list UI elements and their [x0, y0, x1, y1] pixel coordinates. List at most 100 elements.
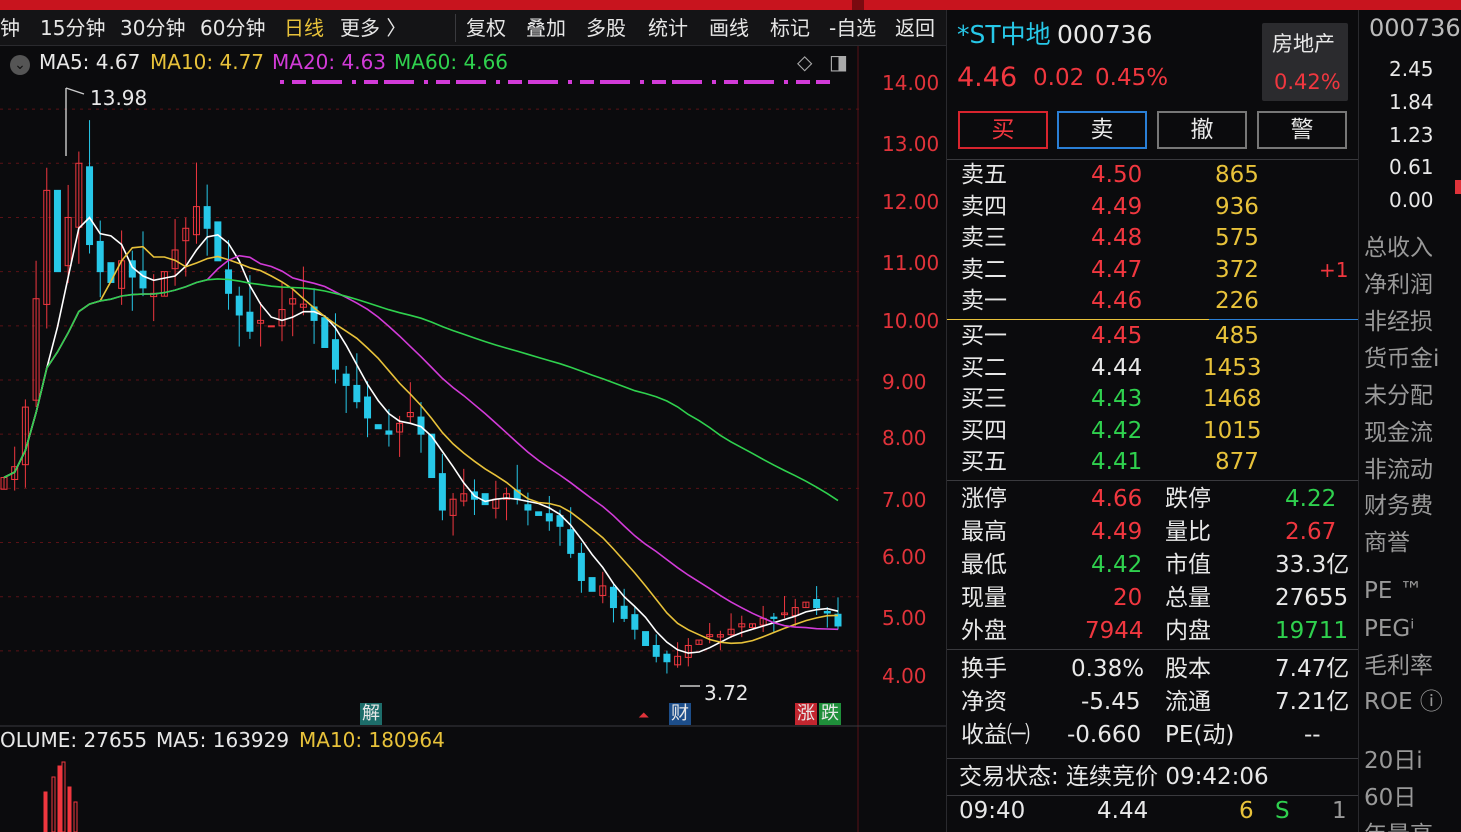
back-button[interactable]: 返回 — [895, 15, 935, 41]
volume-bar — [61, 761, 66, 832]
candle-body — [235, 295, 243, 316]
candle-body — [631, 614, 639, 630]
period-60min-tab[interactable]: 60分钟 — [200, 15, 265, 41]
low-annotation: 3.72 — [704, 681, 749, 705]
candle-body — [364, 396, 372, 419]
adjust-button[interactable]: 复权 — [466, 15, 506, 41]
period-min-tab[interactable]: 钟 — [0, 15, 20, 41]
candle-body — [545, 513, 553, 522]
stat-label: 外盘 — [961, 618, 1007, 644]
sector-badge[interactable]: 房地产 0.42% — [1262, 23, 1348, 101]
order-price: 4.43 — [1091, 386, 1143, 412]
high-annotation: 13.98 — [90, 86, 148, 110]
side-axis-tick: 0.61 — [1389, 155, 1434, 179]
sector-pct: 0.42% — [1274, 70, 1341, 94]
multi-stock-button[interactable]: 多股 — [586, 15, 626, 41]
side-item[interactable]: 货币金i — [1364, 344, 1439, 374]
stat-label: 收益㈠ — [961, 722, 1030, 748]
side-bar-mark — [1455, 180, 1461, 194]
side-item[interactable]: 毛利率 — [1364, 651, 1433, 681]
stat-value: -5.45 — [1081, 689, 1141, 715]
side-panel-code: 000736 — [1369, 14, 1461, 42]
side-item[interactable]: 年最高 — [1364, 820, 1433, 832]
side-item[interactable]: PEGⁱ — [1364, 614, 1414, 644]
mark-button[interactable]: 标记 — [770, 15, 810, 41]
tick-count: 1 — [1332, 798, 1347, 824]
overlay-button[interactable]: 叠加 — [526, 15, 566, 41]
ma20-legend: MA20: 4.63 — [272, 50, 387, 74]
remove-watchlist-button[interactable]: -自选 — [829, 15, 876, 41]
order-volume: 1468 — [1203, 386, 1262, 412]
order-volume: 226 — [1215, 288, 1259, 314]
side-item[interactable]: 商誉 — [1364, 528, 1410, 558]
sell-button[interactable]: 卖 — [1057, 111, 1147, 149]
unlock-marker[interactable]: 解 — [360, 703, 382, 725]
price-tick: 11.00 — [882, 251, 940, 275]
order-label: 买一 — [961, 323, 1007, 349]
side-item[interactable]: 非流动 — [1364, 455, 1433, 485]
order-price: 4.49 — [1091, 194, 1143, 220]
alert-button[interactable]: 警 — [1257, 111, 1347, 149]
candle-body — [663, 653, 671, 663]
order-price: 4.46 — [1091, 288, 1143, 314]
panel-toggle-icon[interactable]: ◨ — [829, 50, 848, 74]
statistics-button[interactable]: 统计 — [648, 15, 688, 41]
period-30min-tab[interactable]: 30分钟 — [120, 15, 185, 41]
bid-ask-divider-left — [947, 319, 1209, 320]
candle-body — [524, 504, 532, 511]
side-item[interactable]: 未分配 — [1364, 381, 1433, 411]
tick-price: 4.44 — [1097, 798, 1149, 824]
stat-label: 股本 — [1165, 656, 1211, 682]
diamond-icon[interactable]: ◇ — [797, 50, 812, 74]
side-item[interactable]: 净利润 — [1364, 270, 1433, 300]
limit-up-marker[interactable]: 涨 — [795, 703, 817, 725]
side-item[interactable]: ROE ⓘ — [1364, 687, 1443, 717]
order-label: 卖四 — [961, 194, 1007, 220]
stat-label: PE(动) — [1165, 722, 1235, 748]
candle-body — [609, 586, 617, 609]
bid-ask-divider-right — [1209, 319, 1359, 320]
stat-label: 换手 — [961, 656, 1007, 682]
candle-body — [642, 631, 650, 646]
stat-label: 内盘 — [1165, 618, 1211, 644]
side-item[interactable]: 60日 — [1364, 783, 1416, 813]
side-item[interactable]: 财务费 — [1364, 491, 1433, 521]
finance-marker[interactable]: 财 — [669, 703, 691, 725]
stat-value: 0.38% — [1071, 656, 1145, 682]
ma-settings-icon[interactable]: ⌄ — [10, 50, 30, 75]
order-label: 买五 — [961, 449, 1007, 475]
fundamentals-side-panel: 000736 2.45 1.84 1.23 0.61 0.00 总收入 净利润 … — [1358, 10, 1461, 832]
order-volume: 575 — [1215, 225, 1259, 251]
side-item[interactable]: 总收入 — [1364, 233, 1433, 263]
divider — [947, 649, 1359, 650]
candle-body — [652, 644, 660, 657]
side-axis-tick: 0.00 — [1389, 188, 1434, 212]
candle-body — [620, 605, 628, 619]
period-15min-tab[interactable]: 15分钟 — [40, 15, 105, 41]
price-tick: 12.00 — [882, 190, 940, 214]
stat-value: 27655 — [1275, 585, 1349, 611]
stat-label: 净资 — [961, 689, 1007, 715]
stat-value: 4.42 — [1091, 552, 1143, 578]
candle-body — [246, 311, 254, 332]
current-price: 4.46 — [957, 62, 1018, 93]
order-price: 4.42 — [1091, 418, 1143, 444]
cancel-order-button[interactable]: 撤 — [1157, 111, 1247, 149]
up-arrow-icon: ⏶ — [638, 708, 650, 724]
toolbar-divider — [455, 14, 456, 42]
buy-button[interactable]: 买 — [958, 111, 1048, 149]
period-more-tab[interactable]: 更多 〉 — [340, 15, 406, 41]
high-arrow — [65, 87, 85, 156]
candle-body — [385, 430, 393, 435]
candle-body — [567, 529, 575, 554]
side-item[interactable]: 非经损 — [1364, 307, 1433, 337]
side-item[interactable]: 现金流 — [1364, 418, 1433, 448]
side-item[interactable]: PE ™ — [1364, 576, 1423, 606]
price-tick: 5.00 — [882, 606, 927, 630]
side-item[interactable]: 20日i — [1364, 746, 1423, 776]
divider — [947, 480, 1359, 481]
draw-line-button[interactable]: 画线 — [709, 15, 749, 41]
limit-down-marker[interactable]: 跌 — [819, 703, 841, 725]
price-tick: 6.00 — [882, 545, 927, 569]
period-daily-tab[interactable]: 日线 — [284, 15, 324, 41]
